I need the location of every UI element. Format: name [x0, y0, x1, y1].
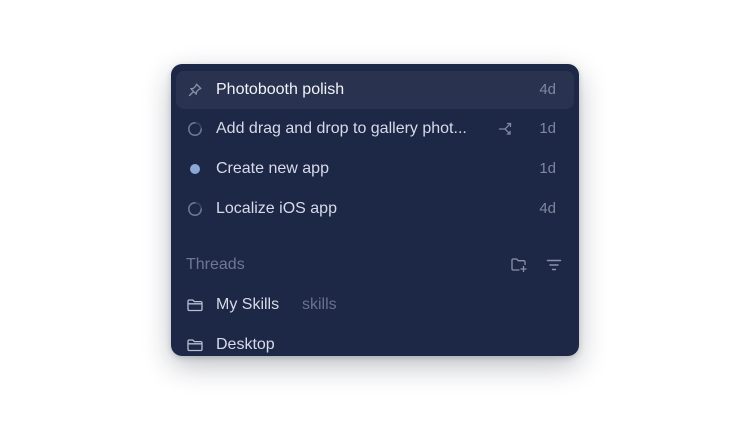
pin-icon[interactable]: [186, 81, 204, 99]
thread-row-localize-ios-app[interactable]: Localize iOS app 4d: [176, 190, 574, 228]
spinner-icon: [186, 200, 204, 218]
thread-age: 1d: [539, 120, 556, 137]
threads-section-title: Threads: [186, 256, 245, 273]
folder-row-my-skills[interactable]: My Skills skills: [176, 286, 574, 324]
folder-row-desktop[interactable]: Desktop: [176, 326, 574, 356]
thread-title: Create new app: [216, 160, 329, 177]
filter-icon[interactable]: [544, 255, 564, 275]
threads-section-header: Threads: [186, 254, 566, 276]
spinner-icon: [186, 120, 204, 138]
thread-age: 1d: [539, 160, 556, 177]
thread-row-photobooth-polish[interactable]: Photobooth polish 4d: [176, 71, 574, 109]
folder-sublabel: skills: [302, 296, 337, 313]
thread-menu-panel: Photobooth polish 4d Add drag and drop t…: [171, 64, 579, 356]
thread-title: Localize iOS app: [216, 200, 337, 217]
folder-icon: [186, 296, 204, 314]
thread-age: 4d: [539, 200, 556, 217]
branch-icon[interactable]: [497, 120, 515, 138]
folder-icon: [186, 336, 204, 354]
folder-name: My Skills: [216, 296, 280, 313]
folder-name: Desktop: [216, 336, 275, 353]
thread-row-drag-and-drop[interactable]: Add drag and drop to gallery phot... 1d: [176, 110, 574, 148]
thread-title: Add drag and drop to gallery phot...: [216, 120, 467, 137]
thread-row-create-new-app[interactable]: Create new app 1d: [176, 150, 574, 188]
unread-dot-icon: [186, 160, 204, 178]
thread-age: 4d: [539, 81, 556, 98]
thread-title: Photobooth polish: [216, 81, 345, 98]
new-folder-icon[interactable]: [509, 255, 529, 275]
